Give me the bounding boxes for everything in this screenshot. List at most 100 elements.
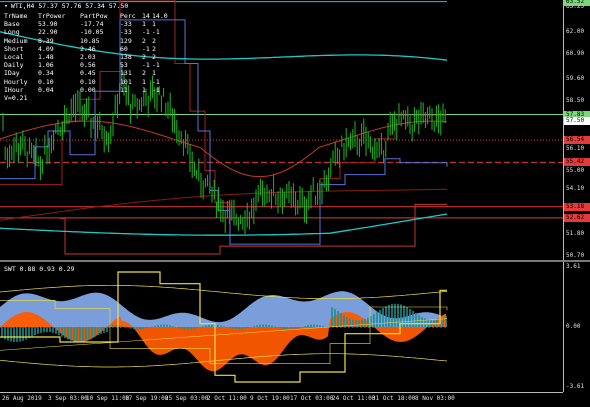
stats-cell: -33	[120, 20, 132, 29]
time-tick-label: 9 Oct 19:00	[250, 395, 290, 402]
chart-menu-icon[interactable]: ▾	[4, 2, 8, 10]
stats-header-cell: TrName	[4, 12, 28, 20]
price-axis[interactable]: 63.2562.0060.9059.6058.5057.5056.1055.00…	[563, 0, 590, 260]
stats-cell: 1	[152, 20, 156, 29]
stats-cell: 60	[120, 44, 128, 53]
stats-cell: 1	[142, 20, 146, 29]
indicator-pane[interactable]: SWT 0.88 0.93 0.29	[0, 262, 563, 392]
price-tick-label: 60.90	[566, 49, 585, 57]
time-tick-label: 3 Sep 03:00	[48, 395, 88, 402]
stats-cell: 2	[152, 53, 156, 62]
indicator-title: SWT 0.88 0.93 0.29	[4, 265, 75, 273]
stats-cell: Long	[4, 28, 20, 37]
price-tick-label: 56.10	[566, 144, 585, 152]
chart-title: ▾ WTI,H4 57.37 57.76 57.34 57.50	[4, 2, 128, 10]
stats-cell: 22.90	[38, 28, 58, 37]
stats-header-cell: 14.0	[152, 12, 168, 20]
stats-cell: 2	[152, 44, 156, 53]
indicator-axis[interactable]: 3.61 0.00 -3.61	[563, 262, 590, 392]
stats-cell: 0.10	[80, 77, 96, 86]
stats-header-row: TrName TrPower PartPow Perc 14 14.0	[4, 12, 168, 20]
price-tick-label: 51.80	[566, 230, 585, 238]
stats-cell: -1	[142, 28, 150, 37]
stats-cell: -33	[120, 28, 132, 37]
stats-cell: IHour	[4, 85, 24, 94]
stats-cell: 138	[120, 53, 132, 62]
stats-cell: 2	[142, 53, 146, 62]
price-level-tag: 56.54	[564, 136, 590, 145]
stats-cell: -1	[152, 77, 160, 86]
indicator-tick-label: -3.61	[566, 383, 585, 391]
price-tick-label: 59.60	[566, 75, 585, 83]
stats-cell: 53	[120, 61, 128, 70]
stats-cell: 0.10	[38, 77, 54, 86]
stats-v-value: V=0.21	[4, 94, 28, 103]
stats-cell: 2	[142, 69, 146, 78]
stats-cell: IDay	[4, 69, 20, 78]
stats-row: Long 22.90 -10.05 -33 -1 -1	[4, 28, 166, 36]
stats-cell: 2	[152, 36, 156, 45]
indicator-tick-label: 3.61	[566, 262, 581, 270]
stats-header-cell: PartPow	[80, 12, 108, 20]
price-tick-label: 58.50	[566, 97, 585, 105]
stats-cell: Hourly	[4, 77, 28, 86]
time-tick-label: 24 Oct 11:00	[332, 395, 376, 402]
stats-cell: -17.74	[80, 20, 104, 29]
stats-cell: 11	[120, 85, 128, 94]
stats-cell: 0.56	[80, 61, 96, 70]
stats-row: Daily 1.06 0.56 53 -1 -1	[4, 61, 166, 69]
stats-cell: 1.06	[38, 61, 54, 70]
stats-cell: 0.00	[80, 85, 96, 94]
time-tick-label: 31 Oct 18:00	[372, 395, 416, 402]
stats-cell: 1	[142, 85, 146, 94]
price-chart-pane[interactable]: ▾ WTI,H4 57.37 57.76 57.34 57.50 TrName Tr…	[0, 0, 563, 260]
stats-cell: -1	[142, 61, 150, 70]
stats-cell: 2.03	[80, 53, 96, 62]
stats-cell: -10.05	[80, 28, 104, 37]
time-tick-label: 17 Oct 03:00	[290, 395, 334, 402]
stats-cell: 8.39	[38, 36, 54, 45]
indicator-tick-label: 0.00	[566, 323, 581, 330]
time-tick-label: 10 Sep 11:00	[86, 395, 130, 402]
indicator-canvas	[0, 271, 448, 383]
stats-cell: -1	[152, 61, 160, 70]
stats-row: Medium 8.39 10.85 129 2 2	[4, 37, 166, 45]
stats-cell: 101	[120, 77, 132, 86]
price-level-tag: 53.18	[564, 202, 590, 211]
trend-stats-panel: TrName TrPower PartPow Perc 14 14.0 Base 53.90 -…	[4, 12, 168, 103]
price-level-tag: 63.52	[564, 0, 590, 6]
stats-cell: 0.45	[80, 69, 96, 78]
time-axis[interactable]: 26 Aug 2019 3 Sep 03:00 10 Sep 11:00 17 Sep…	[0, 392, 563, 407]
stats-header-cell: Perc	[120, 12, 136, 20]
price-tick-label: 50.70	[566, 252, 585, 260]
stats-cell: 10.85	[80, 36, 100, 45]
stats-cell: -1	[142, 44, 150, 53]
price-level-tag: 52.62	[564, 213, 590, 222]
stats-cell: -1	[152, 85, 160, 94]
stats-row: Base 53.90 -17.74 -33 1 1	[4, 20, 166, 28]
chart-title-text: WTI,H4 57.37 57.76 57.34 57.50	[10, 2, 129, 10]
stats-cell: Local	[4, 53, 24, 62]
time-tick-label: 2 Oct 11:00	[207, 395, 247, 402]
stats-cell: -1	[152, 28, 160, 37]
price-level-tag: 57.50	[564, 117, 590, 126]
stats-cell: 129	[120, 36, 132, 45]
stats-cell: 1	[152, 69, 156, 78]
stats-cell: 2.46	[80, 44, 96, 53]
stats-row: IDay 0.34 0.45 131 2 1	[4, 69, 166, 77]
price-level-tag: 55.42	[564, 158, 590, 167]
upper-band	[0, 284, 448, 300]
stats-cell: 0.04	[38, 85, 54, 94]
stats-cell: 131	[120, 69, 132, 78]
stats-cell: Medium	[4, 36, 28, 45]
price-tick-label: 55.00	[566, 166, 585, 174]
stats-cell: 53.90	[38, 20, 58, 29]
price-tick-label: 62.00	[566, 27, 585, 35]
stats-cell: 1	[142, 77, 146, 86]
stats-row: Short 4.09 2.46 60 -1 2	[4, 45, 166, 53]
stats-row: Hourly 0.10 0.10 101 1 -1	[4, 78, 166, 86]
stats-cell: Short	[4, 44, 24, 53]
stats-cell: 2	[142, 36, 146, 45]
price-tick-label: 54.10	[566, 184, 585, 192]
stats-cell: 4.09	[38, 44, 54, 53]
